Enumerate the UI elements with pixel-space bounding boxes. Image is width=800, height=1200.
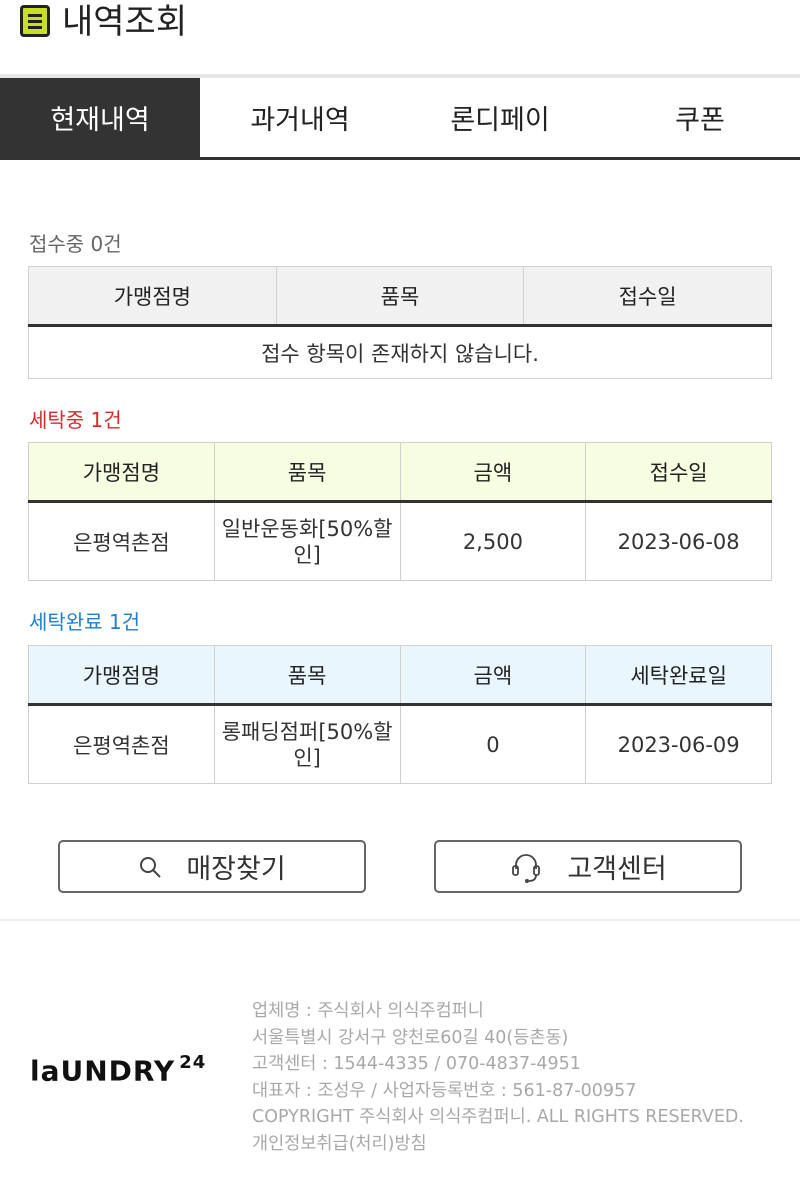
table-row[interactable]: 은평역촌점 롱패딩점퍼[50%할인] 0 2023-06-09 xyxy=(28,704,772,784)
tab-current[interactable]: 현재내역 xyxy=(0,78,200,157)
customer-center-phone: 고객센터 : 1544-4335 / 070-4837-4951 xyxy=(252,1054,581,1074)
cell-item: 롱패딩점퍼[50%할인] xyxy=(213,704,401,784)
cell-store: 은평역촌점 xyxy=(28,704,215,784)
ceo-business-number: 대표자 : 조성우 / 사업자등록번호 : 561-87-00957 xyxy=(252,1080,637,1101)
column-header-item: 품목 xyxy=(275,266,525,327)
cell-store: 은평역촌점 xyxy=(28,501,215,581)
store-finder-button[interactable]: 매장찾기 xyxy=(58,840,366,893)
privacy-policy-link[interactable]: 개인정보취급(처리)방침 xyxy=(252,1131,744,1158)
page-title: 내역조회 xyxy=(62,2,188,42)
column-header-date: 접수일 xyxy=(523,266,772,327)
receipt-table: 가맹점명 품목 접수일 접수 항목이 존재하지 않습니다. xyxy=(28,266,772,379)
store-finder-label: 매장찾기 xyxy=(186,854,286,885)
cell-item: 일반운동화[50%할인] xyxy=(213,501,401,581)
company-address: 서울특별시 강서구 양천로60길 40(등촌동) xyxy=(252,1027,569,1048)
receipt-count-label: 접수중 0건 xyxy=(29,232,122,256)
column-header-store: 가맹점명 xyxy=(28,645,215,706)
document-list-icon xyxy=(20,5,50,37)
laundry24-logo: laUNDRY 24 xyxy=(30,1052,207,1088)
cell-date: 2023-06-09 xyxy=(585,704,772,784)
empty-message: 접수 항목이 존재하지 않습니다. xyxy=(28,325,772,379)
table-header-row: 가맹점명 품목 접수일 xyxy=(28,266,772,327)
table-header-row: 가맹점명 품목 금액 접수일 xyxy=(28,442,772,503)
column-header-store: 가맹점명 xyxy=(28,266,277,327)
table-row[interactable]: 은평역촌점 일반운동화[50%할인] 2,500 2023-06-08 xyxy=(28,501,772,581)
tab-bar: 현재내역 과거내역 론디페이 쿠폰 xyxy=(0,78,800,160)
search-icon xyxy=(138,855,162,879)
washing-table: 가맹점명 품목 금액 접수일 은평역촌점 일반운동화[50%할인] 2,500 … xyxy=(28,442,772,581)
customer-center-button[interactable]: 고객센터 xyxy=(434,840,742,893)
column-header-amount: 금액 xyxy=(399,645,587,706)
copyright: COPYRIGHT 주식회사 의식주컴퍼니. ALL RIGHTS RESERV… xyxy=(252,1107,744,1127)
tab-past[interactable]: 과거내역 xyxy=(200,78,400,157)
table-row: 접수 항목이 존재하지 않습니다. xyxy=(28,325,772,379)
cell-amount: 2,500 xyxy=(399,501,587,581)
footer-divider xyxy=(0,919,800,921)
done-table: 가맹점명 품목 금액 세탁완료일 은평역촌점 롱패딩점퍼[50%할인] 0 20… xyxy=(28,645,772,784)
cell-date: 2023-06-08 xyxy=(585,501,772,581)
page-header: 내역조회 xyxy=(0,0,800,78)
company-name: 업체명 : 주식회사 의식주컴퍼니 xyxy=(252,1001,484,1021)
headset-icon xyxy=(509,850,543,884)
company-info: 업체명 : 주식회사 의식주컴퍼니 서울특별시 강서구 양천로60길 40(등촌… xyxy=(252,998,744,1157)
column-header-item: 품목 xyxy=(213,442,401,503)
column-header-completed-date: 세탁완료일 xyxy=(585,645,772,706)
table-header-row: 가맹점명 품목 금액 세탁완료일 xyxy=(28,645,772,706)
tab-coupon[interactable]: 쿠폰 xyxy=(600,78,800,157)
customer-center-label: 고객센터 xyxy=(567,854,667,885)
column-header-item: 품목 xyxy=(213,645,401,706)
column-header-date: 접수일 xyxy=(585,442,772,503)
cell-amount: 0 xyxy=(399,704,587,784)
column-header-amount: 금액 xyxy=(399,442,587,503)
tab-laundry-pay[interactable]: 론디페이 xyxy=(400,78,600,157)
done-count-label: 세탁완료 1건 xyxy=(29,610,141,634)
column-header-store: 가맹점명 xyxy=(28,442,215,503)
washing-count-label: 세탁중 1건 xyxy=(29,408,122,432)
